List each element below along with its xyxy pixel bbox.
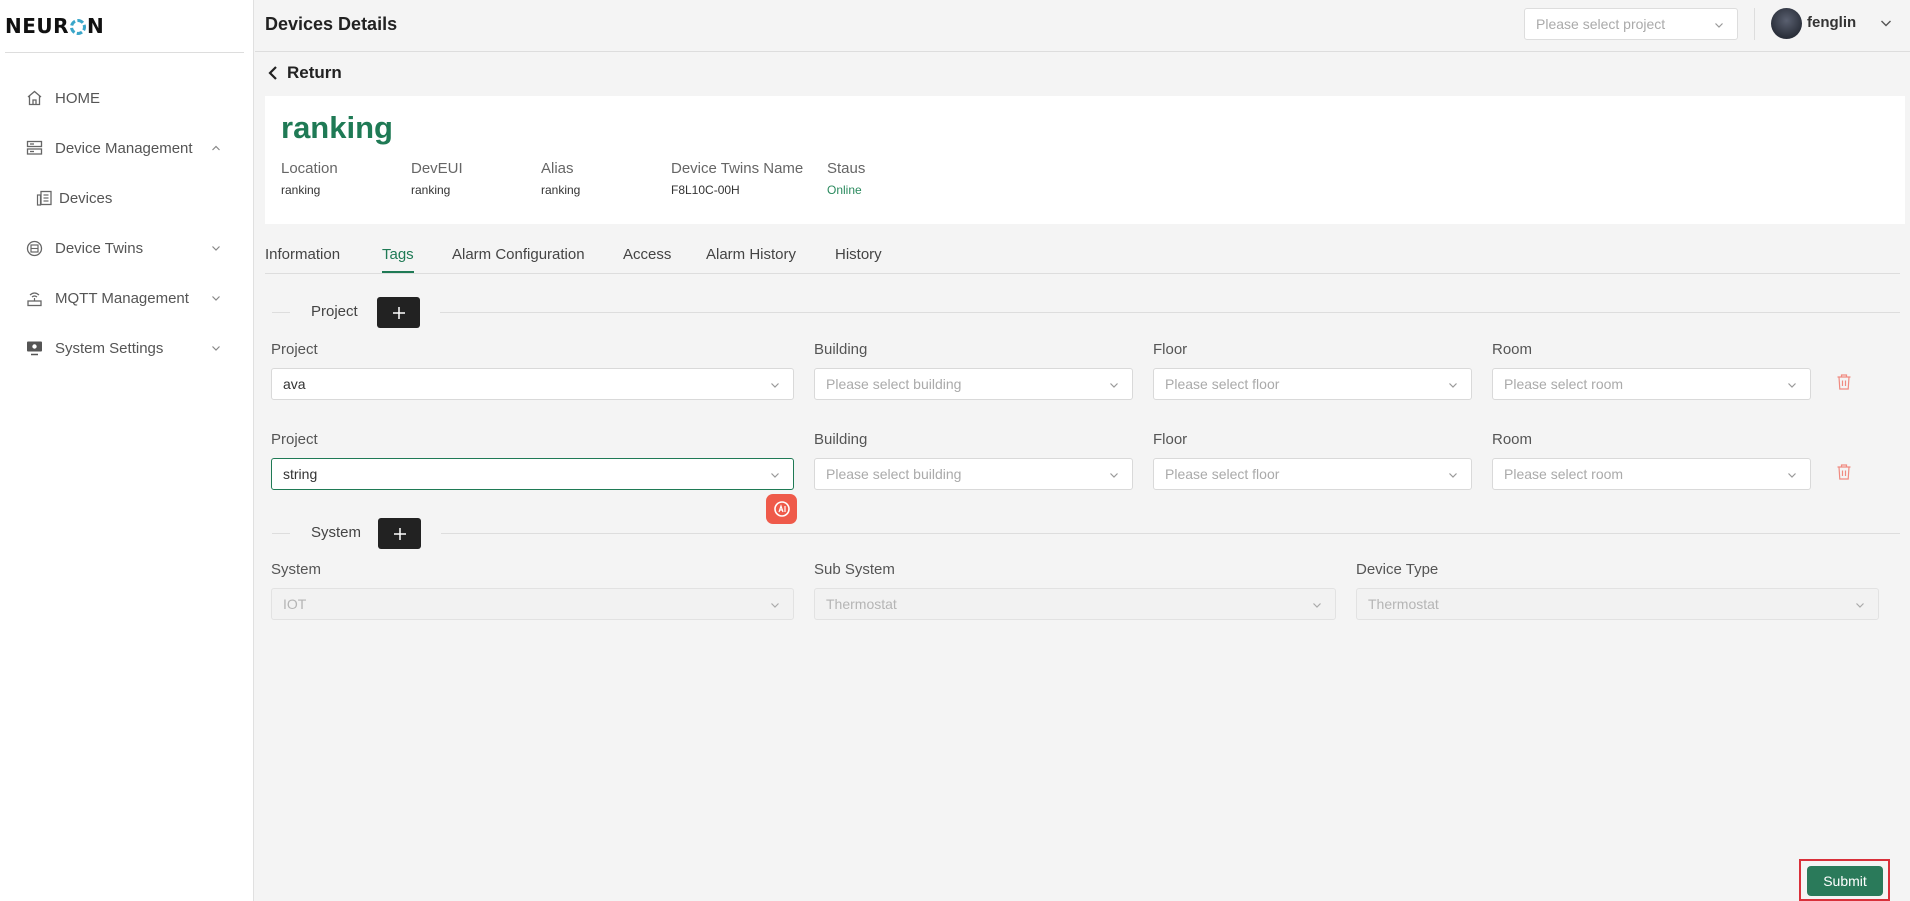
project-section-title: Project xyxy=(311,303,358,320)
tab-alarm-configuration[interactable]: Alarm Configuration xyxy=(452,246,585,271)
neuron-logo: NEUR N xyxy=(5,14,105,38)
device-type-label: Device Type xyxy=(1356,561,1439,578)
server-icon xyxy=(25,139,43,157)
antenna-icon xyxy=(25,289,43,307)
chevron-down-icon xyxy=(771,473,779,478)
system-select: IOT xyxy=(271,588,794,620)
subsystem-select: Thermostat xyxy=(814,588,1336,620)
chevron-left-icon xyxy=(268,66,277,80)
floor-label: Floor xyxy=(1153,341,1188,358)
submit-button[interactable]: Submit xyxy=(1807,866,1883,896)
meta-device-twins-name: Device Twins Name F8L10C-00H xyxy=(671,160,804,197)
chevron-down-icon xyxy=(1110,383,1118,388)
chevron-down-icon xyxy=(1449,473,1457,478)
avatar[interactable] xyxy=(1771,8,1802,39)
sidebar-item-mqtt-management[interactable]: MQTT Management xyxy=(0,278,254,318)
return-link[interactable]: Return xyxy=(267,63,342,83)
device-name: ranking xyxy=(281,110,393,145)
home-icon xyxy=(25,89,43,107)
project-label: Project xyxy=(271,341,318,358)
floor-select[interactable]: Please select floor xyxy=(1153,368,1472,400)
divider xyxy=(5,52,244,53)
floor-select[interactable]: Please select floor xyxy=(1153,458,1472,490)
project-select[interactable]: ava xyxy=(271,368,794,400)
project-select[interactable]: Please select project xyxy=(1524,8,1738,40)
room-select[interactable]: Please select room xyxy=(1492,458,1811,490)
chevron-down-icon[interactable] xyxy=(1879,16,1893,30)
sidebar-item-device-twins[interactable]: Device Twins xyxy=(0,228,254,268)
chevron-down-icon xyxy=(1313,603,1321,608)
project-select[interactable]: string xyxy=(271,458,794,490)
system-section-title: System xyxy=(311,524,362,541)
tab-history[interactable]: History xyxy=(835,246,882,271)
meta-deveui: DevEUI ranking xyxy=(411,160,463,197)
floor-label: Floor xyxy=(1153,431,1188,448)
page-title: Devices Details xyxy=(265,14,398,34)
add-project-button[interactable] xyxy=(377,297,420,328)
room-label: Room xyxy=(1492,341,1533,358)
chevron-down-icon xyxy=(1788,473,1796,478)
room-select[interactable]: Please select room xyxy=(1492,368,1811,400)
sidebar: NEUR N HOME Device Management Devices Dev… xyxy=(0,0,254,901)
subsystem-label: Sub System xyxy=(814,561,895,578)
divider xyxy=(272,312,290,313)
add-system-button[interactable] xyxy=(378,518,421,549)
status-badge: Online xyxy=(827,183,862,197)
meta-location: Location ranking xyxy=(281,160,338,197)
top-bar: Devices Details Please select project fe… xyxy=(255,0,1910,52)
chevron-down-icon xyxy=(771,383,779,388)
delete-row-icon[interactable] xyxy=(1836,463,1852,481)
sidebar-item-home[interactable]: HOME xyxy=(0,78,254,118)
tab-alarm-history[interactable]: Alarm History xyxy=(706,246,796,271)
monitor-icon xyxy=(25,339,43,357)
building-select[interactable]: Please select building xyxy=(814,368,1133,400)
delete-row-icon[interactable] xyxy=(1836,373,1852,391)
project-label: Project xyxy=(271,431,318,448)
plus-icon xyxy=(393,527,406,540)
chevron-down-icon xyxy=(1788,383,1796,388)
chevron-up-icon xyxy=(212,145,220,151)
sidebar-item-devices[interactable]: Devices xyxy=(0,178,254,218)
building-label: Building xyxy=(814,431,868,448)
building-select[interactable]: Please select building xyxy=(814,458,1133,490)
ai-icon xyxy=(773,501,790,517)
building-label: Building xyxy=(814,341,868,358)
device-header-card: ranking Location ranking DevEUI ranking … xyxy=(265,96,1905,224)
plus-icon xyxy=(392,306,405,319)
chevron-down-icon xyxy=(212,246,220,251)
username[interactable]: fenglin xyxy=(1807,14,1856,31)
chevron-down-icon xyxy=(1715,23,1723,28)
divider xyxy=(1754,8,1755,40)
meta-alias: Alias ranking xyxy=(541,160,581,197)
room-label: Room xyxy=(1492,431,1533,448)
tab-tags[interactable]: Tags xyxy=(382,246,414,273)
divider xyxy=(441,533,1900,534)
ai-assistant-icon[interactable] xyxy=(766,494,797,524)
chevron-down-icon xyxy=(212,296,220,301)
system-label: System xyxy=(271,561,322,578)
chevron-down-icon xyxy=(1856,603,1864,608)
chevron-down-icon xyxy=(1449,383,1457,388)
logo-gear-icon xyxy=(70,19,87,35)
tab-bar: Information Tags Alarm Configuration Acc… xyxy=(265,240,1900,274)
divider xyxy=(440,312,1900,313)
sidebar-item-system-settings[interactable]: System Settings xyxy=(0,328,254,368)
devices-icon xyxy=(35,189,53,207)
divider xyxy=(272,533,290,534)
device-type-select: Thermostat xyxy=(1356,588,1879,620)
tab-access[interactable]: Access xyxy=(623,246,671,271)
sidebar-item-device-management[interactable]: Device Management xyxy=(0,128,254,168)
chevron-down-icon xyxy=(771,603,779,608)
meta-status: Staus Online xyxy=(827,160,866,197)
tab-information[interactable]: Information xyxy=(265,246,340,271)
twins-icon xyxy=(25,239,43,257)
chevron-down-icon xyxy=(1110,473,1118,478)
chevron-down-icon xyxy=(212,346,220,351)
